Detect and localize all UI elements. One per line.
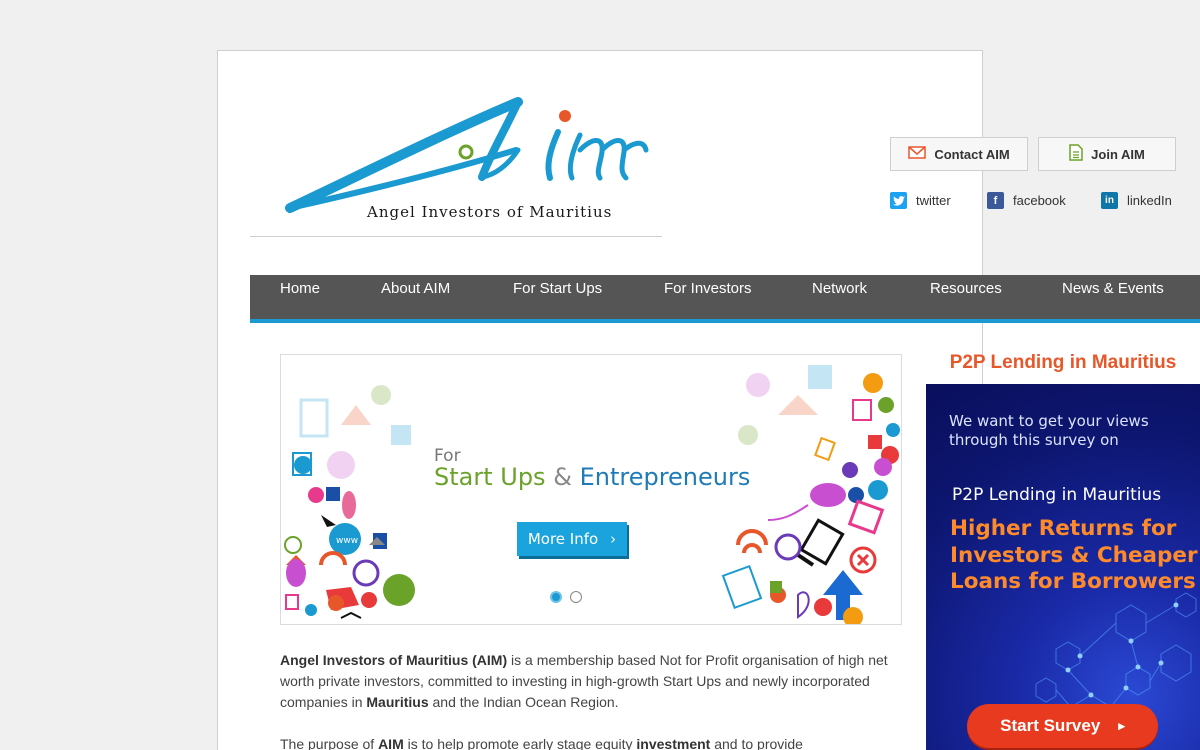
- purpose-aim: AIM: [378, 736, 404, 750]
- intro-paragraph-1: Angel Investors of Mauritius (AIM) is a …: [280, 650, 900, 713]
- nav-item-for-start-ups[interactable]: For Start Ups: [513, 280, 602, 297]
- banner-intro-line-2: through this survey on: [949, 431, 1119, 449]
- facebook-link[interactable]: f facebook: [987, 192, 1066, 209]
- slider-decoration-left-icon: www: [284, 385, 415, 619]
- purpose-text-2: is to help promote early stage equity: [403, 736, 637, 750]
- banner-intro: We want to get your views through this s…: [949, 412, 1149, 450]
- slide-headline: Start Ups & Entrepreneurs: [434, 463, 750, 491]
- start-survey-label: Start Survey: [1000, 716, 1101, 735]
- purpose-text-3: and to provide: [710, 736, 803, 750]
- hero-slider: www For Start Ups & Entrepreneurs More I…: [280, 354, 902, 625]
- country-name: Mauritius: [366, 694, 429, 710]
- document-icon: [1069, 144, 1083, 164]
- nav-item-news-events[interactable]: News & Events: [1062, 280, 1164, 297]
- org-name: Angel Investors of Mauritius (AIM): [280, 652, 508, 668]
- purpose-text-1: The purpose of: [280, 736, 379, 750]
- nav-item-resources[interactable]: Resources: [930, 280, 1002, 297]
- envelope-icon: [908, 146, 927, 162]
- linkedin-label: linkedIn: [1127, 193, 1172, 208]
- banner-headline-line-3: Loans for Borrowers: [950, 569, 1196, 594]
- logo-aim-mark-icon: [285, 97, 649, 213]
- banner-headline-line-1: Higher Returns for: [950, 516, 1177, 541]
- slide-headline-startups: Start Ups: [434, 463, 546, 491]
- join-aim-button[interactable]: Join AIM: [1038, 137, 1176, 171]
- twitter-label: twitter: [916, 193, 951, 208]
- contact-aim-button[interactable]: Contact AIM: [890, 137, 1028, 171]
- linkedin-icon: in: [1101, 192, 1118, 209]
- intro-text: Angel Investors of Mauritius (AIM) is a …: [280, 650, 900, 750]
- more-info-label: More Info: [527, 530, 599, 548]
- intro-paragraph-2: The purpose of AIM is to help promote ea…: [280, 734, 900, 750]
- sidebar-title: P2P Lending in Mauritius: [949, 352, 1177, 373]
- contact-aim-label: Contact AIM: [934, 146, 1010, 162]
- start-survey-button[interactable]: Start Survey ▸: [967, 704, 1158, 748]
- banner-intro-line-1: We want to get your views: [949, 412, 1149, 430]
- nav-item-for-investors[interactable]: For Investors: [664, 280, 752, 297]
- survey-banner[interactable]: We want to get your views through this s…: [926, 384, 1200, 750]
- nav-item-network[interactable]: Network: [812, 280, 867, 297]
- purpose-investment: investment: [636, 736, 711, 750]
- slide-headline-amp: &: [553, 463, 572, 491]
- site-logo[interactable]: Angel Investors of Mauritius: [250, 80, 662, 237]
- facebook-label: facebook: [1013, 193, 1066, 208]
- more-info-button[interactable]: More Info ›: [517, 522, 627, 556]
- nav-item-home[interactable]: Home: [280, 280, 320, 297]
- chevron-right-icon: ›: [610, 530, 617, 548]
- join-aim-label: Join AIM: [1091, 146, 1145, 162]
- banner-headline-line-2: Investors & Cheaper: [950, 542, 1198, 568]
- twitter-link[interactable]: twitter: [890, 192, 951, 209]
- banner-subtitle: P2P Lending in Mauritius: [952, 485, 1162, 505]
- slide-headline-entrepreneurs: Entrepreneurs: [579, 463, 751, 491]
- slider-dot-1[interactable]: [550, 591, 562, 603]
- play-arrow-icon: ▸: [1118, 718, 1125, 733]
- facebook-icon: f: [987, 192, 1004, 209]
- nav-item-about-aim[interactable]: About AIM: [381, 280, 450, 297]
- slider-dot-2[interactable]: [570, 591, 582, 603]
- linkedin-link[interactable]: in linkedIn: [1101, 192, 1172, 209]
- twitter-icon: [890, 192, 907, 209]
- logo-tagline: Angel Investors of Mauritius: [367, 203, 613, 221]
- main-navigation: Home About AIM For Start Ups For Investo…: [250, 275, 1200, 323]
- banner-headline: Higher Returns for Investors & Cheaper L…: [950, 516, 1198, 596]
- svg-text:www: www: [336, 536, 358, 546]
- intro-text-2: and the Indian Ocean Region.: [428, 694, 619, 710]
